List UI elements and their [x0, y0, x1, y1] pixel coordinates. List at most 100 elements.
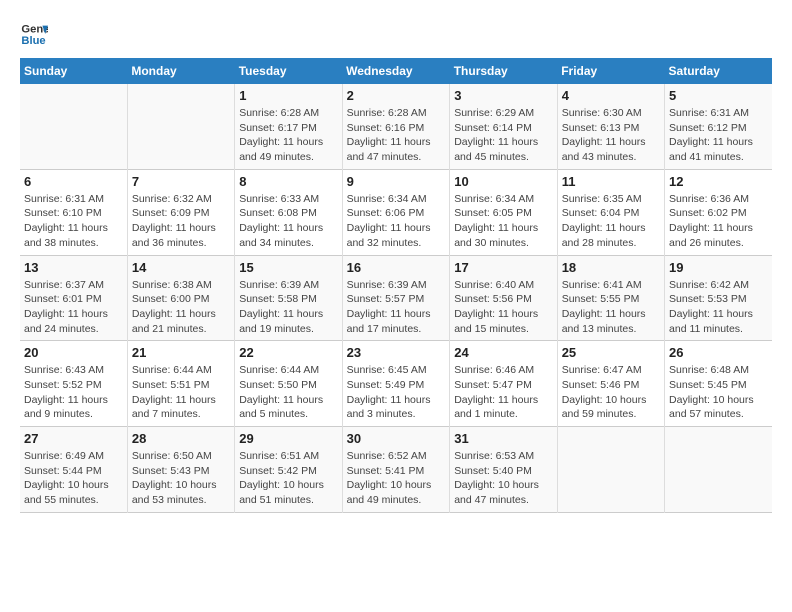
calendar-cell: 24 Sunrise: 6:46 AM Sunset: 5:47 PM Dayli…	[450, 341, 557, 427]
calendar-cell: 31 Sunrise: 6:53 AM Sunset: 5:40 PM Dayli…	[450, 427, 557, 513]
calendar-cell: 26 Sunrise: 6:48 AM Sunset: 5:45 PM Dayli…	[665, 341, 772, 427]
day-detail: Sunrise: 6:47 AM Sunset: 5:46 PM Dayligh…	[562, 363, 660, 422]
calendar-week-4: 20 Sunrise: 6:43 AM Sunset: 5:52 PM Dayli…	[20, 341, 772, 427]
weekday-header-friday: Friday	[557, 58, 664, 84]
day-detail: Sunrise: 6:28 AM Sunset: 6:17 PM Dayligh…	[239, 106, 337, 165]
day-number: 4	[562, 88, 660, 103]
calendar-cell: 19 Sunrise: 6:42 AM Sunset: 5:53 PM Dayli…	[665, 255, 772, 341]
page-header: General Blue	[20, 20, 772, 48]
calendar-cell: 9 Sunrise: 6:34 AM Sunset: 6:06 PM Daylig…	[342, 169, 450, 255]
day-detail: Sunrise: 6:39 AM Sunset: 5:58 PM Dayligh…	[239, 278, 337, 337]
calendar-cell: 11Sunrise: 6:35 AM Sunset: 6:04 PM Dayli…	[557, 169, 664, 255]
day-number: 19	[669, 260, 768, 275]
calendar-week-5: 27 Sunrise: 6:49 AM Sunset: 5:44 PM Dayli…	[20, 427, 772, 513]
day-number: 2	[347, 88, 446, 103]
svg-text:Blue: Blue	[21, 35, 45, 47]
calendar-week-2: 6 Sunrise: 6:31 AM Sunset: 6:10 PM Daylig…	[20, 169, 772, 255]
calendar-cell	[665, 427, 772, 513]
calendar-week-1: 1 Sunrise: 6:28 AM Sunset: 6:17 PM Daylig…	[20, 84, 772, 169]
calendar-cell: 5 Sunrise: 6:31 AM Sunset: 6:12 PM Daylig…	[665, 84, 772, 169]
day-detail: Sunrise: 6:31 AM Sunset: 6:10 PM Dayligh…	[24, 192, 123, 251]
day-number: 15	[239, 260, 337, 275]
day-number: 28	[132, 431, 230, 446]
calendar-cell: 22 Sunrise: 6:44 AM Sunset: 5:50 PM Dayli…	[235, 341, 342, 427]
day-detail: Sunrise: 6:29 AM Sunset: 6:14 PM Dayligh…	[454, 106, 552, 165]
calendar-cell: 6 Sunrise: 6:31 AM Sunset: 6:10 PM Daylig…	[20, 169, 127, 255]
day-number: 18	[562, 260, 660, 275]
day-detail: Sunrise: 6:45 AM Sunset: 5:49 PM Dayligh…	[347, 363, 446, 422]
day-detail: Sunrise: 6:37 AM Sunset: 6:01 PM Dayligh…	[24, 278, 123, 337]
day-number: 23	[347, 345, 446, 360]
day-number: 1	[239, 88, 337, 103]
day-number: 13	[24, 260, 123, 275]
day-number: 5	[669, 88, 768, 103]
calendar-cell: 17 Sunrise: 6:40 AM Sunset: 5:56 PM Dayli…	[450, 255, 557, 341]
day-number: 14	[132, 260, 230, 275]
calendar-cell: 29 Sunrise: 6:51 AM Sunset: 5:42 PM Dayli…	[235, 427, 342, 513]
calendar-cell: 23 Sunrise: 6:45 AM Sunset: 5:49 PM Dayli…	[342, 341, 450, 427]
weekday-header-wednesday: Wednesday	[342, 58, 450, 84]
day-number: 3	[454, 88, 552, 103]
calendar-cell: 2 Sunrise: 6:28 AM Sunset: 6:16 PM Daylig…	[342, 84, 450, 169]
day-detail: Sunrise: 6:52 AM Sunset: 5:41 PM Dayligh…	[347, 449, 446, 508]
calendar-cell: 13 Sunrise: 6:37 AM Sunset: 6:01 PM Dayli…	[20, 255, 127, 341]
day-detail: Sunrise: 6:31 AM Sunset: 6:12 PM Dayligh…	[669, 106, 768, 165]
calendar-cell	[20, 84, 127, 169]
day-detail: Sunrise: 6:30 AM Sunset: 6:13 PM Dayligh…	[562, 106, 660, 165]
day-number: 26	[669, 345, 768, 360]
day-detail: Sunrise: 6:33 AM Sunset: 6:08 PM Dayligh…	[239, 192, 337, 251]
day-number: 25	[562, 345, 660, 360]
calendar-cell: 15 Sunrise: 6:39 AM Sunset: 5:58 PM Dayli…	[235, 255, 342, 341]
day-detail: Sunrise: 6:40 AM Sunset: 5:56 PM Dayligh…	[454, 278, 552, 337]
day-number: 22	[239, 345, 337, 360]
calendar-cell: 27 Sunrise: 6:49 AM Sunset: 5:44 PM Dayli…	[20, 427, 127, 513]
calendar-cell	[557, 427, 664, 513]
day-detail: Sunrise: 6:49 AM Sunset: 5:44 PM Dayligh…	[24, 449, 123, 508]
day-detail: Sunrise: 6:39 AM Sunset: 5:57 PM Dayligh…	[347, 278, 446, 337]
calendar-cell: 21 Sunrise: 6:44 AM Sunset: 5:51 PM Dayli…	[127, 341, 234, 427]
day-number: 24	[454, 345, 552, 360]
calendar-cell: 7Sunrise: 6:32 AM Sunset: 6:09 PM Daylig…	[127, 169, 234, 255]
day-detail: Sunrise: 6:51 AM Sunset: 5:42 PM Dayligh…	[239, 449, 337, 508]
day-number: 10	[454, 174, 552, 189]
weekday-header-monday: Monday	[127, 58, 234, 84]
day-number: 30	[347, 431, 446, 446]
calendar-cell: 20 Sunrise: 6:43 AM Sunset: 5:52 PM Dayli…	[20, 341, 127, 427]
calendar-cell: 14 Sunrise: 6:38 AM Sunset: 6:00 PM Dayli…	[127, 255, 234, 341]
calendar-cell: 3 Sunrise: 6:29 AM Sunset: 6:14 PM Daylig…	[450, 84, 557, 169]
calendar-cell	[127, 84, 234, 169]
day-detail: Sunrise: 6:44 AM Sunset: 5:51 PM Dayligh…	[132, 363, 230, 422]
logo: General Blue	[20, 20, 48, 48]
day-number: 31	[454, 431, 552, 446]
day-number: 8	[239, 174, 337, 189]
day-detail: Sunrise: 6:42 AM Sunset: 5:53 PM Dayligh…	[669, 278, 768, 337]
calendar-cell: 28Sunrise: 6:50 AM Sunset: 5:43 PM Dayli…	[127, 427, 234, 513]
calendar-cell: 16 Sunrise: 6:39 AM Sunset: 5:57 PM Dayli…	[342, 255, 450, 341]
day-detail: Sunrise: 6:46 AM Sunset: 5:47 PM Dayligh…	[454, 363, 552, 422]
day-number: 29	[239, 431, 337, 446]
day-detail: Sunrise: 6:38 AM Sunset: 6:00 PM Dayligh…	[132, 278, 230, 337]
day-number: 20	[24, 345, 123, 360]
weekday-header-saturday: Saturday	[665, 58, 772, 84]
day-number: 21	[132, 345, 230, 360]
day-number: 27	[24, 431, 123, 446]
day-number: 17	[454, 260, 552, 275]
day-number: 11	[562, 174, 660, 189]
day-detail: Sunrise: 6:43 AM Sunset: 5:52 PM Dayligh…	[24, 363, 123, 422]
day-detail: Sunrise: 6:44 AM Sunset: 5:50 PM Dayligh…	[239, 363, 337, 422]
day-number: 9	[347, 174, 446, 189]
day-detail: Sunrise: 6:53 AM Sunset: 5:40 PM Dayligh…	[454, 449, 552, 508]
day-detail: Sunrise: 6:48 AM Sunset: 5:45 PM Dayligh…	[669, 363, 768, 422]
day-number: 12	[669, 174, 768, 189]
day-detail: Sunrise: 6:34 AM Sunset: 6:06 PM Dayligh…	[347, 192, 446, 251]
day-detail: Sunrise: 6:36 AM Sunset: 6:02 PM Dayligh…	[669, 192, 768, 251]
day-number: 6	[24, 174, 123, 189]
weekday-header-tuesday: Tuesday	[235, 58, 342, 84]
day-detail: Sunrise: 6:28 AM Sunset: 6:16 PM Dayligh…	[347, 106, 446, 165]
day-detail: Sunrise: 6:32 AM Sunset: 6:09 PM Dayligh…	[132, 192, 230, 251]
calendar-cell: 1 Sunrise: 6:28 AM Sunset: 6:17 PM Daylig…	[235, 84, 342, 169]
calendar-cell: 18Sunrise: 6:41 AM Sunset: 5:55 PM Dayli…	[557, 255, 664, 341]
logo-icon: General Blue	[20, 20, 48, 48]
day-number: 16	[347, 260, 446, 275]
weekday-header-sunday: Sunday	[20, 58, 127, 84]
